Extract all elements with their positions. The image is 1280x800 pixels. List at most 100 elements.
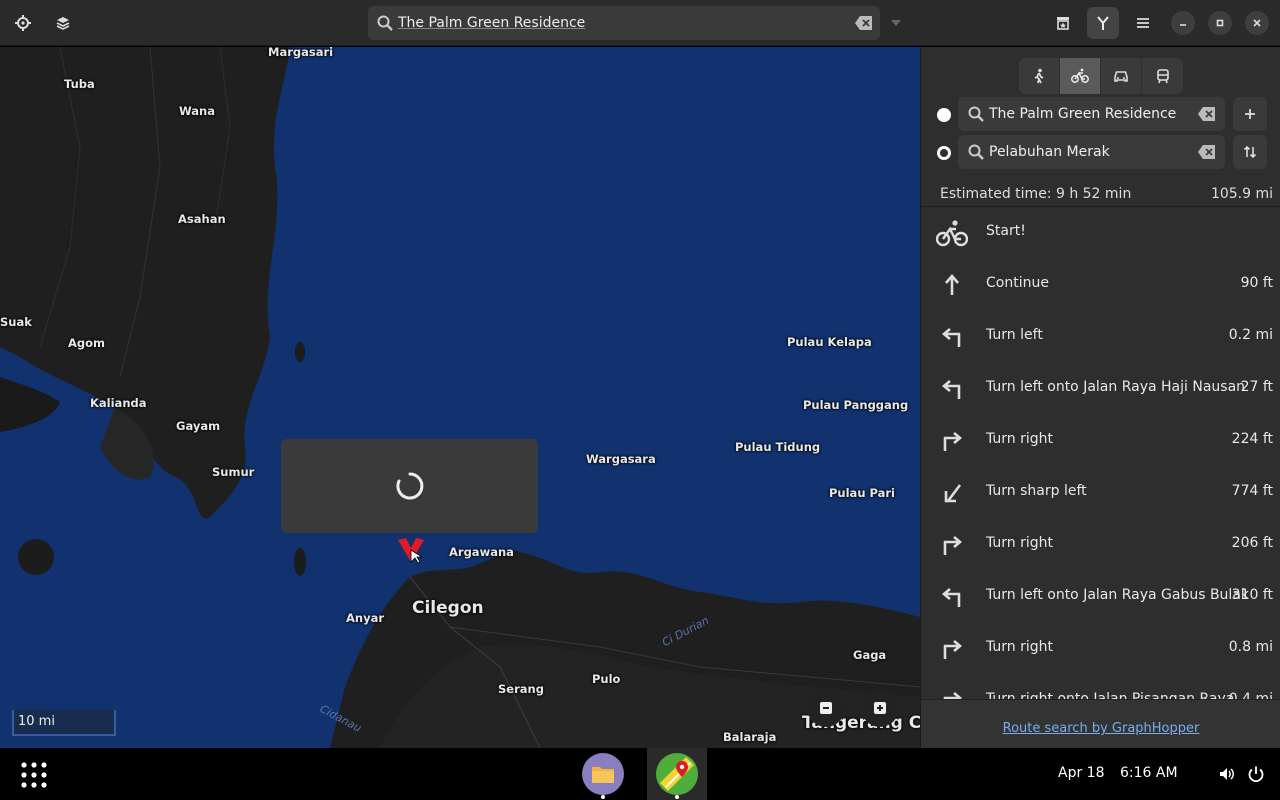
destination-row [921, 135, 1280, 171]
scale-label: 10 mi [18, 714, 55, 729]
app-grid-icon[interactable] [19, 760, 49, 790]
turn-right-icon [935, 531, 969, 559]
maximize-button[interactable] [1208, 11, 1232, 35]
clear-origin-icon[interactable] [1197, 105, 1217, 123]
instruction-label: Turn right [986, 639, 1054, 655]
mode-car-button[interactable] [1101, 58, 1142, 94]
instruction-row[interactable]: Turn right onto Jalan Pisangan Raya 0.4 m… [921, 675, 1280, 699]
route-planner-button[interactable] [1087, 7, 1119, 39]
turn-left-icon [935, 323, 969, 351]
instruction-label: Start! [986, 223, 1026, 239]
map-view[interactable]: Margasari Tuba Wana Asahan Suak Agom Kalianda G… [0, 47, 920, 748]
instruction-distance: 90 ft [1240, 275, 1273, 291]
layers-button[interactable] [47, 7, 79, 39]
map-place-label: Pulo [592, 672, 621, 686]
hamburger-menu-icon [1137, 18, 1149, 28]
instruction-row[interactable]: Continue 90 ft [921, 259, 1280, 311]
instruction-label: Turn left onto Jalan Raya Gabus Bulak [986, 587, 1249, 603]
instruction-row[interactable]: Turn right 224 ft [921, 415, 1280, 467]
running-indicator [601, 795, 605, 799]
graphhopper-link[interactable]: Route search by GraphHopper [1003, 721, 1200, 736]
turn-right-icon [935, 427, 969, 455]
map-place-label: Pulau Kelapa [787, 335, 872, 349]
search-icon [968, 144, 984, 160]
map-place-label: Tuba [64, 77, 95, 91]
add-waypoint-button[interactable] [1233, 97, 1267, 131]
map-place-label: Wana [179, 104, 215, 118]
instruction-row[interactable]: Turn sharp left 774 ft [921, 467, 1280, 519]
instruction-row[interactable]: Turn right 0.8 mi [921, 623, 1280, 675]
volume-icon[interactable] [1218, 765, 1236, 783]
origin-input[interactable] [989, 102, 1189, 126]
instruction-distance: 0.8 mi [1228, 639, 1273, 655]
map-place-label: Margasari [268, 47, 334, 59]
clear-text-icon[interactable] [854, 14, 874, 32]
taskbar-date[interactable]: Apr 18 [1058, 765, 1104, 781]
zoom-in-button[interactable] [861, 689, 899, 727]
route-marker-pin[interactable] [396, 536, 426, 564]
mode-transit-button[interactable] [1142, 58, 1183, 94]
turn-right-icon [935, 687, 969, 699]
map-place-label: Wargasara [586, 452, 656, 466]
close-button[interactable] [1245, 11, 1269, 35]
map-place-label: Kalianda [90, 396, 147, 410]
mode-pedestrian-button[interactable] [1019, 58, 1060, 94]
destination-entry[interactable] [958, 135, 1225, 169]
power-icon[interactable] [1247, 765, 1265, 783]
map-place-label: Gayam [176, 419, 221, 433]
goto-location-button[interactable] [7, 7, 39, 39]
minimize-button[interactable] [1171, 11, 1195, 35]
route-icon [1097, 16, 1109, 30]
mode-bike-button[interactable] [1060, 58, 1101, 94]
swap-arrows-icon [1243, 145, 1257, 159]
map-place-label: Pulau Tidung [735, 440, 821, 454]
instruction-distance: 206 ft [1231, 535, 1273, 551]
favorites-button[interactable] [1047, 7, 1079, 39]
clear-destination-icon[interactable] [1197, 143, 1217, 161]
main-menu-button[interactable] [1127, 7, 1159, 39]
route-sidebar: Estimated time: 9 h 52 min 105.9 mi Star… [920, 47, 1280, 748]
origin-row [921, 97, 1280, 133]
transport-mode-selector [1019, 58, 1183, 94]
running-indicator [675, 795, 679, 799]
files-folder-icon [582, 753, 624, 795]
turn-left-icon [935, 375, 969, 403]
map-place-label: Pulau Panggang [803, 398, 909, 412]
map-place-label: Anyar [346, 611, 385, 625]
map-place-label: Sumur [212, 465, 255, 479]
map-place-label: Balaraja [723, 730, 777, 744]
map-place-label: Suak [0, 315, 32, 329]
chevron-down-icon[interactable] [886, 14, 906, 32]
taskbar-clock[interactable]: 6:16 AM [1120, 765, 1178, 781]
reverse-route-button[interactable] [1233, 135, 1267, 169]
instruction-row[interactable]: Turn left onto Jalan Raya Haji Nausan 27 … [921, 363, 1280, 415]
instruction-distance: 224 ft [1231, 431, 1273, 447]
turn-sharp-left-icon [935, 479, 969, 507]
route-summary: Estimated time: 9 h 52 min 105.9 mi [921, 181, 1280, 207]
instruction-label: Turn right onto Jalan Pisangan Raya [986, 691, 1235, 699]
instruction-distance: 27 ft [1240, 379, 1273, 395]
place-search-entry[interactable] [368, 6, 880, 40]
instruction-row[interactable]: Turn left 0.2 mi [921, 311, 1280, 363]
instruction-row[interactable]: Turn right 206 ft [921, 519, 1280, 571]
instruction-row[interactable]: Start! [921, 207, 1280, 259]
destination-input[interactable] [989, 140, 1189, 164]
minimize-icon [1180, 24, 1186, 26]
instruction-label: Continue [986, 275, 1049, 291]
dock-files-app[interactable] [573, 748, 633, 800]
dock-maps-app[interactable] [647, 748, 707, 800]
zoom-out-button[interactable] [807, 689, 845, 727]
map-place-label: Gaga [853, 648, 887, 662]
map-place-label: Pulau Pari [829, 486, 896, 500]
search-icon [968, 106, 984, 122]
search-input[interactable] [398, 10, 838, 36]
map-place-label: Cilegon [412, 598, 484, 618]
close-icon [1253, 19, 1261, 27]
layers-icon [56, 17, 70, 30]
instruction-list[interactable]: Start! Continue 90 ft Turn left 0.2 mi Turn l… [921, 207, 1280, 699]
instruction-row[interactable]: Turn left onto Jalan Raya Gabus Bulak 310… [921, 571, 1280, 623]
instruction-distance: 0.2 mi [1228, 327, 1273, 343]
origin-entry[interactable] [958, 97, 1225, 131]
favorites-icon [1057, 17, 1069, 30]
maximize-icon [1216, 19, 1224, 27]
